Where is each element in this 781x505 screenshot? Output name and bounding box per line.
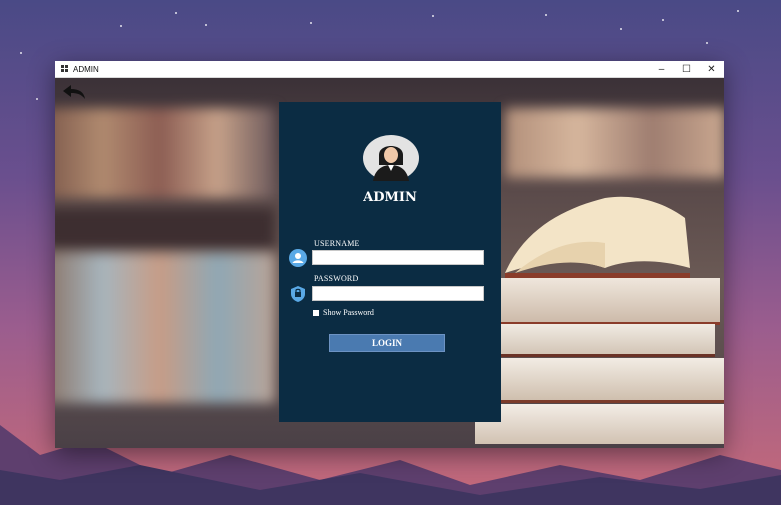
login-button[interactable]: LOGIN: [329, 334, 445, 352]
password-input[interactable]: [312, 286, 484, 301]
title-bar: ADMIN – ☐ ✕: [55, 61, 724, 78]
star: [175, 12, 177, 14]
login-panel: ADMIN USERNAME PASSWORD Show Password LO…: [279, 102, 501, 422]
maximize-button[interactable]: ☐: [674, 61, 699, 77]
username-label: USERNAME: [314, 239, 360, 248]
star: [706, 42, 708, 44]
user-avatar-icon: [363, 135, 419, 181]
show-password-toggle[interactable]: Show Password: [313, 308, 374, 317]
minimize-button[interactable]: –: [649, 61, 674, 77]
app-icon: [61, 65, 69, 73]
back-arrow-icon[interactable]: [61, 83, 87, 101]
window-controls: – ☐ ✕: [649, 61, 724, 77]
show-password-label: Show Password: [323, 308, 374, 317]
user-icon: [289, 249, 307, 267]
star: [120, 25, 122, 27]
star: [545, 14, 547, 16]
star: [737, 10, 739, 12]
username-input[interactable]: [312, 250, 484, 265]
login-heading: ADMIN: [363, 190, 417, 205]
star: [36, 98, 38, 100]
lock-shield-icon: [291, 286, 305, 302]
star: [662, 19, 664, 21]
close-button[interactable]: ✕: [699, 61, 724, 77]
admin-window: ADMIN – ☐ ✕ ADMIN USERNAME PASSWORD Show…: [55, 61, 724, 448]
star: [432, 15, 434, 17]
password-label: PASSWORD: [314, 274, 359, 283]
star: [205, 24, 207, 26]
star: [310, 22, 312, 24]
window-title: ADMIN: [73, 64, 99, 74]
star: [20, 52, 22, 54]
show-password-checkbox[interactable]: [313, 309, 319, 316]
star: [620, 28, 622, 30]
